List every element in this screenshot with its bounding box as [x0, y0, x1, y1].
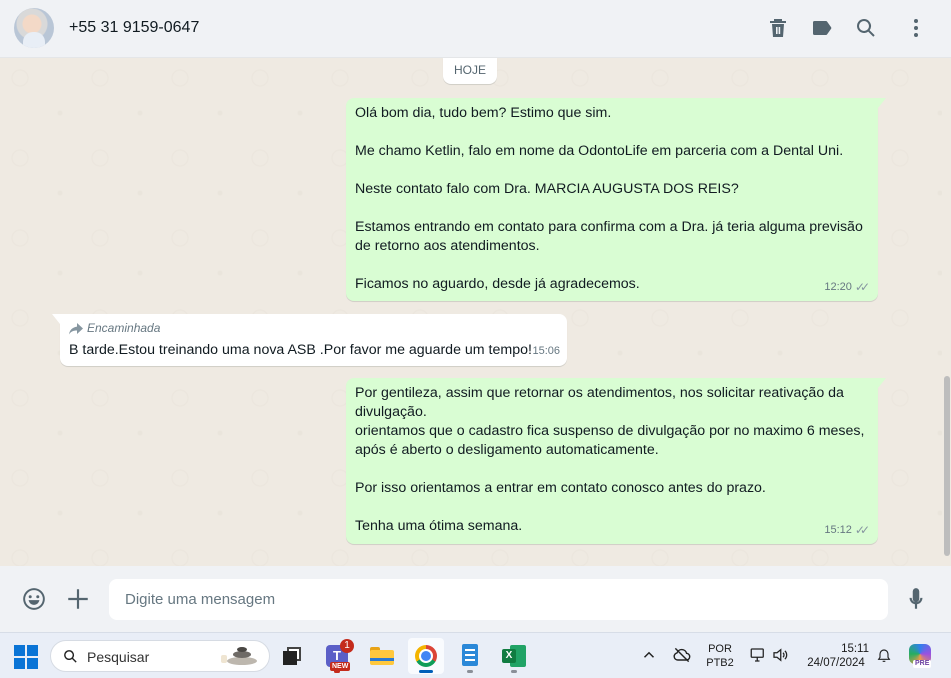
read-ticks-icon: ✓✓ — [854, 280, 870, 294]
message-composer — [0, 566, 951, 632]
date-chip: HOJE — [443, 58, 498, 84]
copilot-icon[interactable]: PRE — [907, 642, 933, 668]
outgoing-message[interactable]: Por gentileza, assim que retornar os ate… — [346, 378, 886, 544]
windows-logo-icon — [14, 645, 38, 669]
forwarded-indicator: Encaminhada — [69, 319, 558, 338]
contact-avatar[interactable] — [14, 8, 54, 48]
message-time: 15:12 — [824, 524, 852, 536]
windows-taskbar: Pesquisar T 1 NEW X POR PTB2 15:11 24/07… — [0, 632, 951, 678]
chrome-app[interactable] — [408, 638, 444, 674]
excel-app[interactable]: X — [496, 638, 532, 674]
forwarded-label: Encaminhada — [87, 321, 161, 335]
new-badge: NEW — [330, 662, 351, 671]
search-icon — [64, 650, 77, 663]
clock-date: 24/07/2024 — [807, 657, 865, 669]
search-label: Pesquisar — [87, 649, 150, 665]
notification-badge: 1 — [340, 639, 354, 653]
show-hidden-icons-chevron-icon[interactable] — [640, 646, 658, 664]
label-icon[interactable] — [810, 16, 834, 40]
message-meta: 15:06 — [532, 342, 560, 361]
network-icon[interactable] — [749, 646, 767, 664]
message-text: Por gentileza, assim que retornar os ate… — [355, 385, 865, 534]
volume-icon[interactable] — [771, 646, 789, 664]
message-text: Olá bom dia, tudo bem? Estimo que sim. M… — [355, 105, 863, 292]
excel-icon: X — [502, 645, 526, 667]
preview-badge: PRE — [913, 660, 932, 668]
keyboard-layout: PTB2 — [706, 657, 734, 669]
chat-header: +55 31 9159-0647 — [0, 0, 951, 58]
more-vertical-icon[interactable] — [904, 16, 928, 40]
message-meta: 15:12 ✓✓ — [824, 521, 870, 540]
message-text: B tarde.Estou treinando uma nova ASB .Po… — [69, 342, 532, 358]
chat-area[interactable]: HOJE Olá bom dia, tudo bem? Estimo que s… — [0, 58, 942, 566]
outgoing-message[interactable]: Olá bom dia, tudo bem? Estimo que sim. M… — [346, 98, 886, 301]
read-ticks-icon: ✓✓ — [854, 523, 870, 537]
clock[interactable]: 15:11 24/07/2024 — [801, 642, 871, 670]
start-button[interactable] — [8, 638, 44, 674]
attach-plus-icon[interactable] — [65, 586, 91, 612]
task-view-button[interactable] — [274, 638, 310, 674]
chat-scroll-thumb[interactable] — [944, 376, 950, 556]
search-icon[interactable] — [854, 16, 878, 40]
notepad-app[interactable] — [452, 638, 488, 674]
file-explorer-app[interactable] — [364, 638, 400, 674]
message-time: 12:20 — [824, 281, 852, 293]
spa-stones-icon — [221, 647, 265, 667]
clock-time: 15:11 — [841, 643, 869, 655]
emoji-icon[interactable] — [21, 586, 47, 612]
chrome-icon — [415, 645, 437, 667]
notepad-icon — [462, 644, 478, 666]
message-meta: 12:20 ✓✓ — [824, 278, 870, 297]
folder-icon — [370, 647, 394, 665]
language-code: POR — [708, 643, 732, 655]
notification-bell-icon[interactable] — [876, 647, 892, 665]
cloud-offline-icon[interactable] — [672, 645, 692, 665]
microphone-icon[interactable] — [903, 586, 929, 612]
input-language-indicator[interactable]: POR PTB2 — [704, 642, 736, 670]
message-input[interactable] — [109, 579, 888, 620]
teams-app[interactable]: T 1 NEW — [319, 638, 355, 674]
incoming-message[interactable]: Encaminhada B tarde.Estou treinando uma … — [52, 314, 567, 366]
archive-icon[interactable] — [766, 16, 790, 40]
forward-arrow-icon — [69, 322, 83, 334]
message-time: 15:06 — [532, 345, 560, 357]
taskbar-search[interactable]: Pesquisar — [50, 640, 270, 672]
task-view-icon — [283, 647, 301, 665]
contact-name[interactable]: +55 31 9159-0647 — [69, 19, 199, 37]
